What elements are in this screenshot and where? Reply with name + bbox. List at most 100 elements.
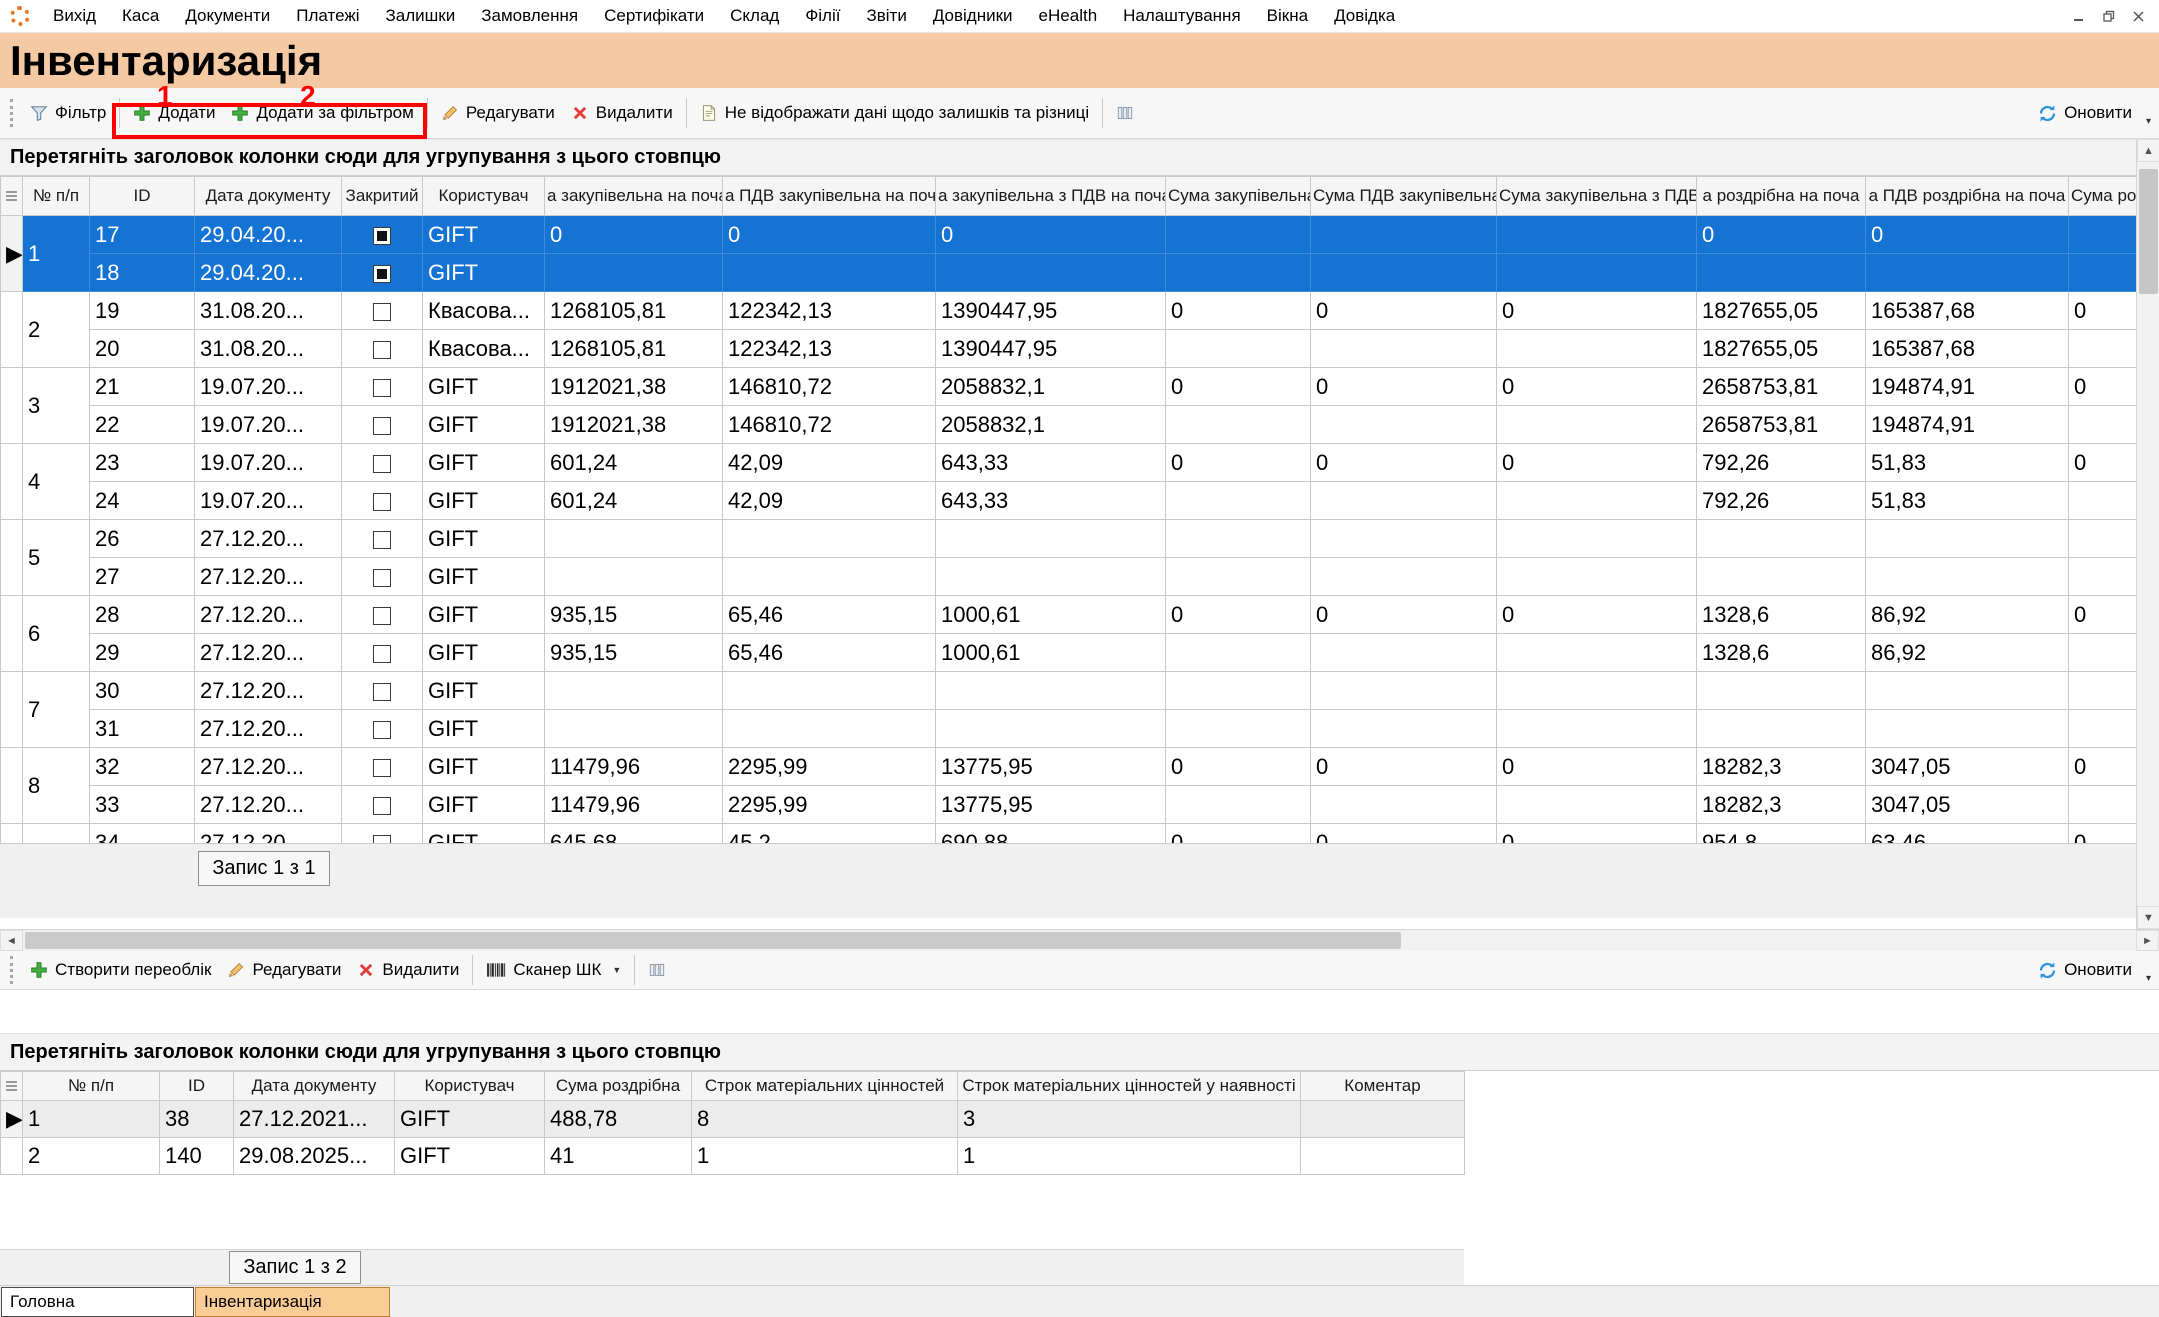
- cell-term[interactable]: 1: [692, 1138, 958, 1175]
- column-header-11[interactable]: а роздрібна на поча: [1697, 177, 1866, 216]
- cell-value-1[interactable]: 42,09: [723, 482, 936, 520]
- closed-checkbox[interactable]: [373, 721, 391, 739]
- cell-value-2[interactable]: 0: [936, 216, 1166, 254]
- cell-value-1[interactable]: [723, 710, 936, 748]
- cell-value-4[interactable]: [1311, 330, 1497, 368]
- cell-user[interactable]: GIFT: [423, 216, 545, 254]
- column-header-1[interactable]: ID: [90, 177, 195, 216]
- tab-holovna[interactable]: Головна: [1, 1287, 194, 1317]
- cell-closed[interactable]: [342, 406, 423, 444]
- cell-value-8[interactable]: [2069, 330, 2137, 368]
- table-row[interactable]: 52627.12.20...GIFT: [1, 520, 2137, 558]
- cell-value-0[interactable]: 601,24: [545, 482, 723, 520]
- cell-id[interactable]: 20: [90, 330, 195, 368]
- cell-date[interactable]: 27.12.20...: [195, 710, 342, 748]
- cell-value-6[interactable]: 1328,6: [1697, 634, 1866, 672]
- columns-button[interactable]: [1108, 99, 1142, 127]
- table-row[interactable]: 3427.12.20...GIFT645,6845,2690,88000954,…: [1, 824, 2137, 844]
- column-header-2[interactable]: Дата документу: [234, 1072, 395, 1101]
- cell-value-3[interactable]: [1166, 672, 1311, 710]
- cell-value-5[interactable]: 0: [1497, 444, 1697, 482]
- column-header-0[interactable]: № п/п: [23, 177, 90, 216]
- table-row[interactable]: 3327.12.20...GIFT11479,962295,9913775,95…: [1, 786, 2137, 824]
- cell-value-4[interactable]: [1311, 520, 1497, 558]
- cell-value-4[interactable]: 0: [1311, 596, 1497, 634]
- menu-item-13[interactable]: Вікна: [1254, 6, 1321, 26]
- table-row[interactable]: 62827.12.20...GIFT935,1565,461000,610001…: [1, 596, 2137, 634]
- cell-sum[interactable]: 41: [545, 1138, 692, 1175]
- cell-value-5[interactable]: [1497, 254, 1697, 292]
- horizontal-scrollbar-thumb[interactable]: [25, 932, 1401, 949]
- cell-value-7[interactable]: [1866, 672, 2069, 710]
- cell-date[interactable]: 29.08.2025...: [234, 1138, 395, 1175]
- cell-value-8[interactable]: 0: [2069, 368, 2137, 406]
- cell-date[interactable]: 27.12.20...: [195, 520, 342, 558]
- cell-date[interactable]: 27.12.20...: [195, 634, 342, 672]
- cell-value-8[interactable]: [2069, 216, 2137, 254]
- refresh-button[interactable]: Оновити: [2030, 98, 2140, 128]
- cell-group-number[interactable]: 8: [23, 748, 90, 824]
- closed-checkbox[interactable]: [373, 683, 391, 701]
- cell-value-0[interactable]: 1912021,38: [545, 406, 723, 444]
- menu-item-3[interactable]: Платежі: [283, 6, 372, 26]
- cell-value-8[interactable]: 0: [2069, 748, 2137, 786]
- cell-value-7[interactable]: 51,83: [1866, 444, 2069, 482]
- cell-id[interactable]: 31: [90, 710, 195, 748]
- cell-value-1[interactable]: [723, 520, 936, 558]
- cell-date[interactable]: 19.07.20...: [195, 406, 342, 444]
- cell-value-4[interactable]: 0: [1311, 368, 1497, 406]
- menu-item-4[interactable]: Залишки: [373, 6, 469, 26]
- cell-closed[interactable]: [342, 824, 423, 844]
- cell-date[interactable]: 31.08.20...: [195, 292, 342, 330]
- cell-value-6[interactable]: [1697, 710, 1866, 748]
- edit-button[interactable]: Редагувати: [219, 955, 349, 985]
- cell-user[interactable]: GIFT: [423, 634, 545, 672]
- close-icon[interactable]: [2129, 7, 2149, 25]
- cell-value-0[interactable]: [545, 520, 723, 558]
- cell-term[interactable]: 8: [692, 1101, 958, 1138]
- cell-value-8[interactable]: [2069, 672, 2137, 710]
- cell-group-number[interactable]: 1: [23, 216, 90, 292]
- cell-group-number[interactable]: 3: [23, 368, 90, 444]
- cell-value-4[interactable]: [1311, 558, 1497, 596]
- menu-item-11[interactable]: eHealth: [1026, 6, 1111, 26]
- toolbar-overflow-icon[interactable]: ▾: [2146, 973, 2151, 984]
- cell-value-3[interactable]: [1166, 710, 1311, 748]
- cell-value-3[interactable]: [1166, 482, 1311, 520]
- cell-value-1[interactable]: 0: [723, 216, 936, 254]
- cell-user[interactable]: GIFT: [395, 1101, 545, 1138]
- cell-closed[interactable]: [342, 558, 423, 596]
- cell-value-7[interactable]: 3047,05: [1866, 748, 2069, 786]
- cell-closed[interactable]: [342, 444, 423, 482]
- cell-closed[interactable]: [342, 254, 423, 292]
- cell-value-3[interactable]: [1166, 254, 1311, 292]
- cell-value-3[interactable]: [1166, 520, 1311, 558]
- closed-checkbox[interactable]: [373, 227, 391, 245]
- cell-value-2[interactable]: 643,33: [936, 482, 1166, 520]
- cell-user[interactable]: GIFT: [423, 558, 545, 596]
- cell-value-7[interactable]: 86,92: [1866, 634, 2069, 672]
- menu-item-14[interactable]: Довідка: [1321, 6, 1408, 26]
- cell-term-available[interactable]: 1: [958, 1138, 1301, 1175]
- cell-value-6[interactable]: 1328,6: [1697, 596, 1866, 634]
- toolbar-grip[interactable]: [10, 99, 13, 127]
- cell-value-2[interactable]: 643,33: [936, 444, 1166, 482]
- menu-item-7[interactable]: Склад: [717, 6, 792, 26]
- cell-value-4[interactable]: 0: [1311, 748, 1497, 786]
- cell-value-1[interactable]: 65,46: [723, 596, 936, 634]
- closed-checkbox[interactable]: [373, 303, 391, 321]
- cell-value-2[interactable]: 2058832,1: [936, 368, 1166, 406]
- cell-value-8[interactable]: [2069, 634, 2137, 672]
- cell-value-5[interactable]: [1497, 520, 1697, 558]
- cell-value-2[interactable]: [936, 254, 1166, 292]
- cell-value-4[interactable]: [1311, 634, 1497, 672]
- cell-value-3[interactable]: [1166, 330, 1311, 368]
- scroll-right-icon[interactable]: ►: [2136, 930, 2159, 951]
- cell-date[interactable]: 19.07.20...: [195, 482, 342, 520]
- table-row[interactable]: ▶11729.04.20...GIFT00000: [1, 216, 2137, 254]
- cell-value-0[interactable]: 1268105,81: [545, 292, 723, 330]
- cell-date[interactable]: 27.12.20...: [195, 558, 342, 596]
- cell-user[interactable]: GIFT: [423, 786, 545, 824]
- cell-value-5[interactable]: [1497, 330, 1697, 368]
- cell-value-0[interactable]: 935,15: [545, 634, 723, 672]
